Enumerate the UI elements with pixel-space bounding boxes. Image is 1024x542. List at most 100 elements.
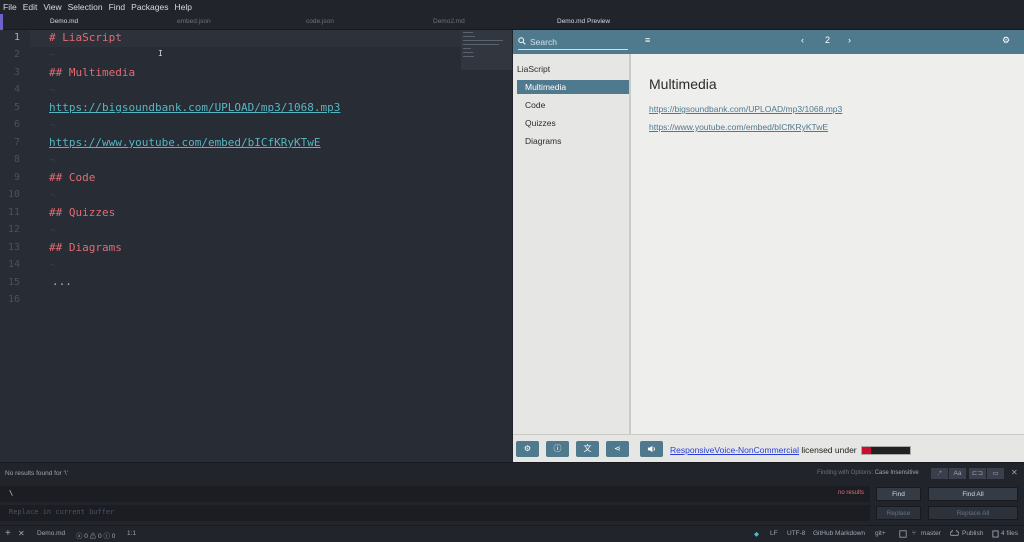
line-ending-selector[interactable]: LF bbox=[770, 530, 778, 537]
minimap[interactable] bbox=[461, 30, 512, 70]
code-line-video-link: https://www.youtube.com/embed/bICfKRyKTw… bbox=[49, 136, 321, 149]
publish-button[interactable]: Publish bbox=[962, 530, 983, 537]
git-status[interactable]: git+ bbox=[875, 530, 886, 537]
menu-edit[interactable]: Edit bbox=[23, 2, 38, 12]
toc-toggle-icon[interactable]: ≡ bbox=[645, 35, 650, 45]
line-number: 16 bbox=[7, 294, 20, 305]
invisible-eol-marker: ¬ bbox=[49, 85, 55, 96]
status-file-name[interactable]: Demo.md bbox=[37, 530, 65, 537]
mode-icon[interactable]: ⚙ bbox=[1002, 35, 1010, 46]
toc-item-quizzes[interactable]: Quizzes bbox=[517, 116, 629, 130]
find-options-summary: Finding with Options: Case Insensitive bbox=[817, 470, 919, 476]
find-all-button[interactable]: Find All bbox=[928, 487, 1018, 501]
files-count[interactable]: 4 files bbox=[1001, 530, 1018, 537]
branch-name[interactable]: master bbox=[921, 530, 941, 537]
info-button[interactable]: ⓘ bbox=[546, 441, 569, 457]
slide-title: Multimedia bbox=[649, 76, 717, 92]
line-number: 14 bbox=[7, 259, 20, 270]
find-input-value: \ bbox=[9, 489, 14, 497]
line-number: 6 bbox=[13, 119, 20, 130]
diamond-icon: ◆ bbox=[754, 531, 759, 538]
menu-help[interactable]: Help bbox=[175, 2, 192, 12]
find-replace-panel: No results found for '\' Finding with Op… bbox=[0, 462, 1024, 524]
branch-icon: ⑂ bbox=[912, 530, 916, 537]
invisible-eol-marker: ¬ bbox=[49, 260, 55, 271]
line-number: 5 bbox=[13, 102, 20, 113]
responsivevoice-link[interactable]: ResponsiveVoice-NonCommercial bbox=[670, 445, 799, 455]
invisible-eol-marker: ¬ bbox=[49, 190, 55, 201]
tab-demo-md[interactable]: Demo.md bbox=[50, 14, 78, 30]
search-input[interactable] bbox=[530, 36, 620, 47]
table-of-contents: LiaScript Multimedia Code Quizzes Diagra… bbox=[513, 54, 631, 434]
code-line-diagrams: ## Diagrams bbox=[49, 241, 122, 254]
add-icon[interactable]: + bbox=[5, 528, 11, 539]
case-sensitive-toggle-icon[interactable]: Aa bbox=[949, 468, 966, 479]
cc-license-badge-icon[interactable] bbox=[861, 446, 911, 456]
invisible-eol-marker: ¬ bbox=[49, 225, 55, 236]
search-icon bbox=[518, 36, 526, 47]
regex-toggle-icon[interactable]: .* bbox=[931, 468, 948, 479]
tab-demo2-md[interactable]: Demo2.md bbox=[433, 14, 465, 30]
sound-toggle-button[interactable] bbox=[640, 441, 663, 457]
code-line-ellipsis: ... bbox=[52, 275, 72, 288]
menu-packages[interactable]: Packages bbox=[131, 2, 168, 12]
toc-item-multimedia[interactable]: Multimedia bbox=[517, 80, 629, 94]
git-panel-icon[interactable] bbox=[899, 530, 907, 540]
line-number: 4 bbox=[13, 84, 20, 95]
replace-field[interactable] bbox=[0, 505, 870, 521]
close-icon[interactable]: ✕ bbox=[1011, 468, 1018, 477]
active-tab-indicator bbox=[0, 14, 3, 30]
find-options-label: Finding with Options: bbox=[817, 470, 874, 476]
toc-item-diagrams[interactable]: Diagrams bbox=[517, 134, 629, 148]
find-status-message: No results found for '\' bbox=[5, 470, 68, 477]
replace-input[interactable] bbox=[9, 508, 309, 516]
settings-button[interactable]: ⚙ bbox=[516, 441, 539, 457]
tab-code-json[interactable]: code.json bbox=[306, 14, 334, 30]
close-icon[interactable]: ✕ bbox=[18, 529, 25, 538]
selection-only-toggle-icon[interactable]: ⊏⊐ bbox=[969, 468, 986, 479]
line-number: 13 bbox=[7, 242, 20, 253]
line-number: 11 bbox=[7, 207, 20, 218]
line-number: 1 bbox=[13, 32, 20, 43]
find-input[interactable]: \ no results bbox=[0, 486, 870, 502]
tab-demo-md-preview[interactable]: Demo.md Preview bbox=[557, 14, 610, 30]
tab-embed-json[interactable]: embed.json bbox=[177, 14, 211, 30]
search-box[interactable] bbox=[518, 34, 628, 50]
audio-link[interactable]: https://bigsoundbank.com/UPLOAD/mp3/1068… bbox=[649, 104, 842, 114]
next-slide-icon[interactable]: › bbox=[848, 35, 851, 45]
license-text: licensed under bbox=[798, 445, 859, 455]
code-line-title: # LiaScript bbox=[49, 31, 122, 44]
replace-all-button[interactable]: Replace All bbox=[928, 506, 1018, 520]
responsivevoice-notice: ResponsiveVoice-NonCommercial licensed u… bbox=[670, 445, 911, 456]
toc-item-liascript[interactable]: LiaScript bbox=[517, 62, 629, 76]
menu-file[interactable]: File bbox=[3, 2, 17, 12]
line-number-gutter: 1 2 3 4 5 6 7 8 9 10 11 12 13 14 15 16 bbox=[0, 30, 30, 462]
liascript-preview: ≡ ‹ 2 › ⚙ LiaScript Multimedia Code Quiz… bbox=[513, 30, 1024, 462]
mouse-ibeam-icon: I bbox=[158, 49, 163, 58]
diagnostics-status[interactable]: ⓧ 0 ⚠ 0 ⓘ 0 bbox=[76, 530, 115, 540]
invisible-eol-marker: ¬ bbox=[49, 155, 55, 166]
cursor-position[interactable]: 1:1 bbox=[127, 530, 136, 537]
menu-selection[interactable]: Selection bbox=[68, 2, 103, 12]
whole-word-toggle-icon[interactable]: ▭ bbox=[987, 468, 1004, 479]
line-number: 8 bbox=[13, 154, 20, 165]
files-icon bbox=[992, 530, 999, 540]
menu-find[interactable]: Find bbox=[109, 2, 126, 12]
find-options-value: Case Insensitive bbox=[874, 470, 919, 476]
grammar-selector[interactable]: GitHub Markdown bbox=[813, 530, 865, 537]
prev-slide-icon[interactable]: ‹ bbox=[801, 35, 804, 45]
line-number: 12 bbox=[7, 224, 20, 235]
code-editor[interactable]: 1 2 3 4 5 6 7 8 9 10 11 12 13 14 15 16 #… bbox=[0, 30, 512, 462]
tab-bar: Demo.md embed.json code.json Demo2.md De… bbox=[0, 14, 1024, 30]
find-button[interactable]: Find bbox=[876, 487, 921, 501]
replace-button[interactable]: Replace bbox=[876, 506, 921, 520]
menu-view[interactable]: View bbox=[43, 2, 61, 12]
toc-item-code[interactable]: Code bbox=[517, 98, 629, 112]
encoding-selector[interactable]: UTF-8 bbox=[787, 530, 805, 537]
share-button[interactable]: ⋖ bbox=[606, 441, 629, 457]
code-line-audio-link: https://bigsoundbank.com/UPLOAD/mp3/1068… bbox=[49, 101, 341, 114]
no-results-label: no results bbox=[837, 490, 864, 496]
line-number: 10 bbox=[7, 189, 20, 200]
translate-button[interactable]: 文 bbox=[576, 441, 599, 457]
video-link[interactable]: https://www.youtube.com/embed/bICfKRyKTw… bbox=[649, 122, 828, 132]
